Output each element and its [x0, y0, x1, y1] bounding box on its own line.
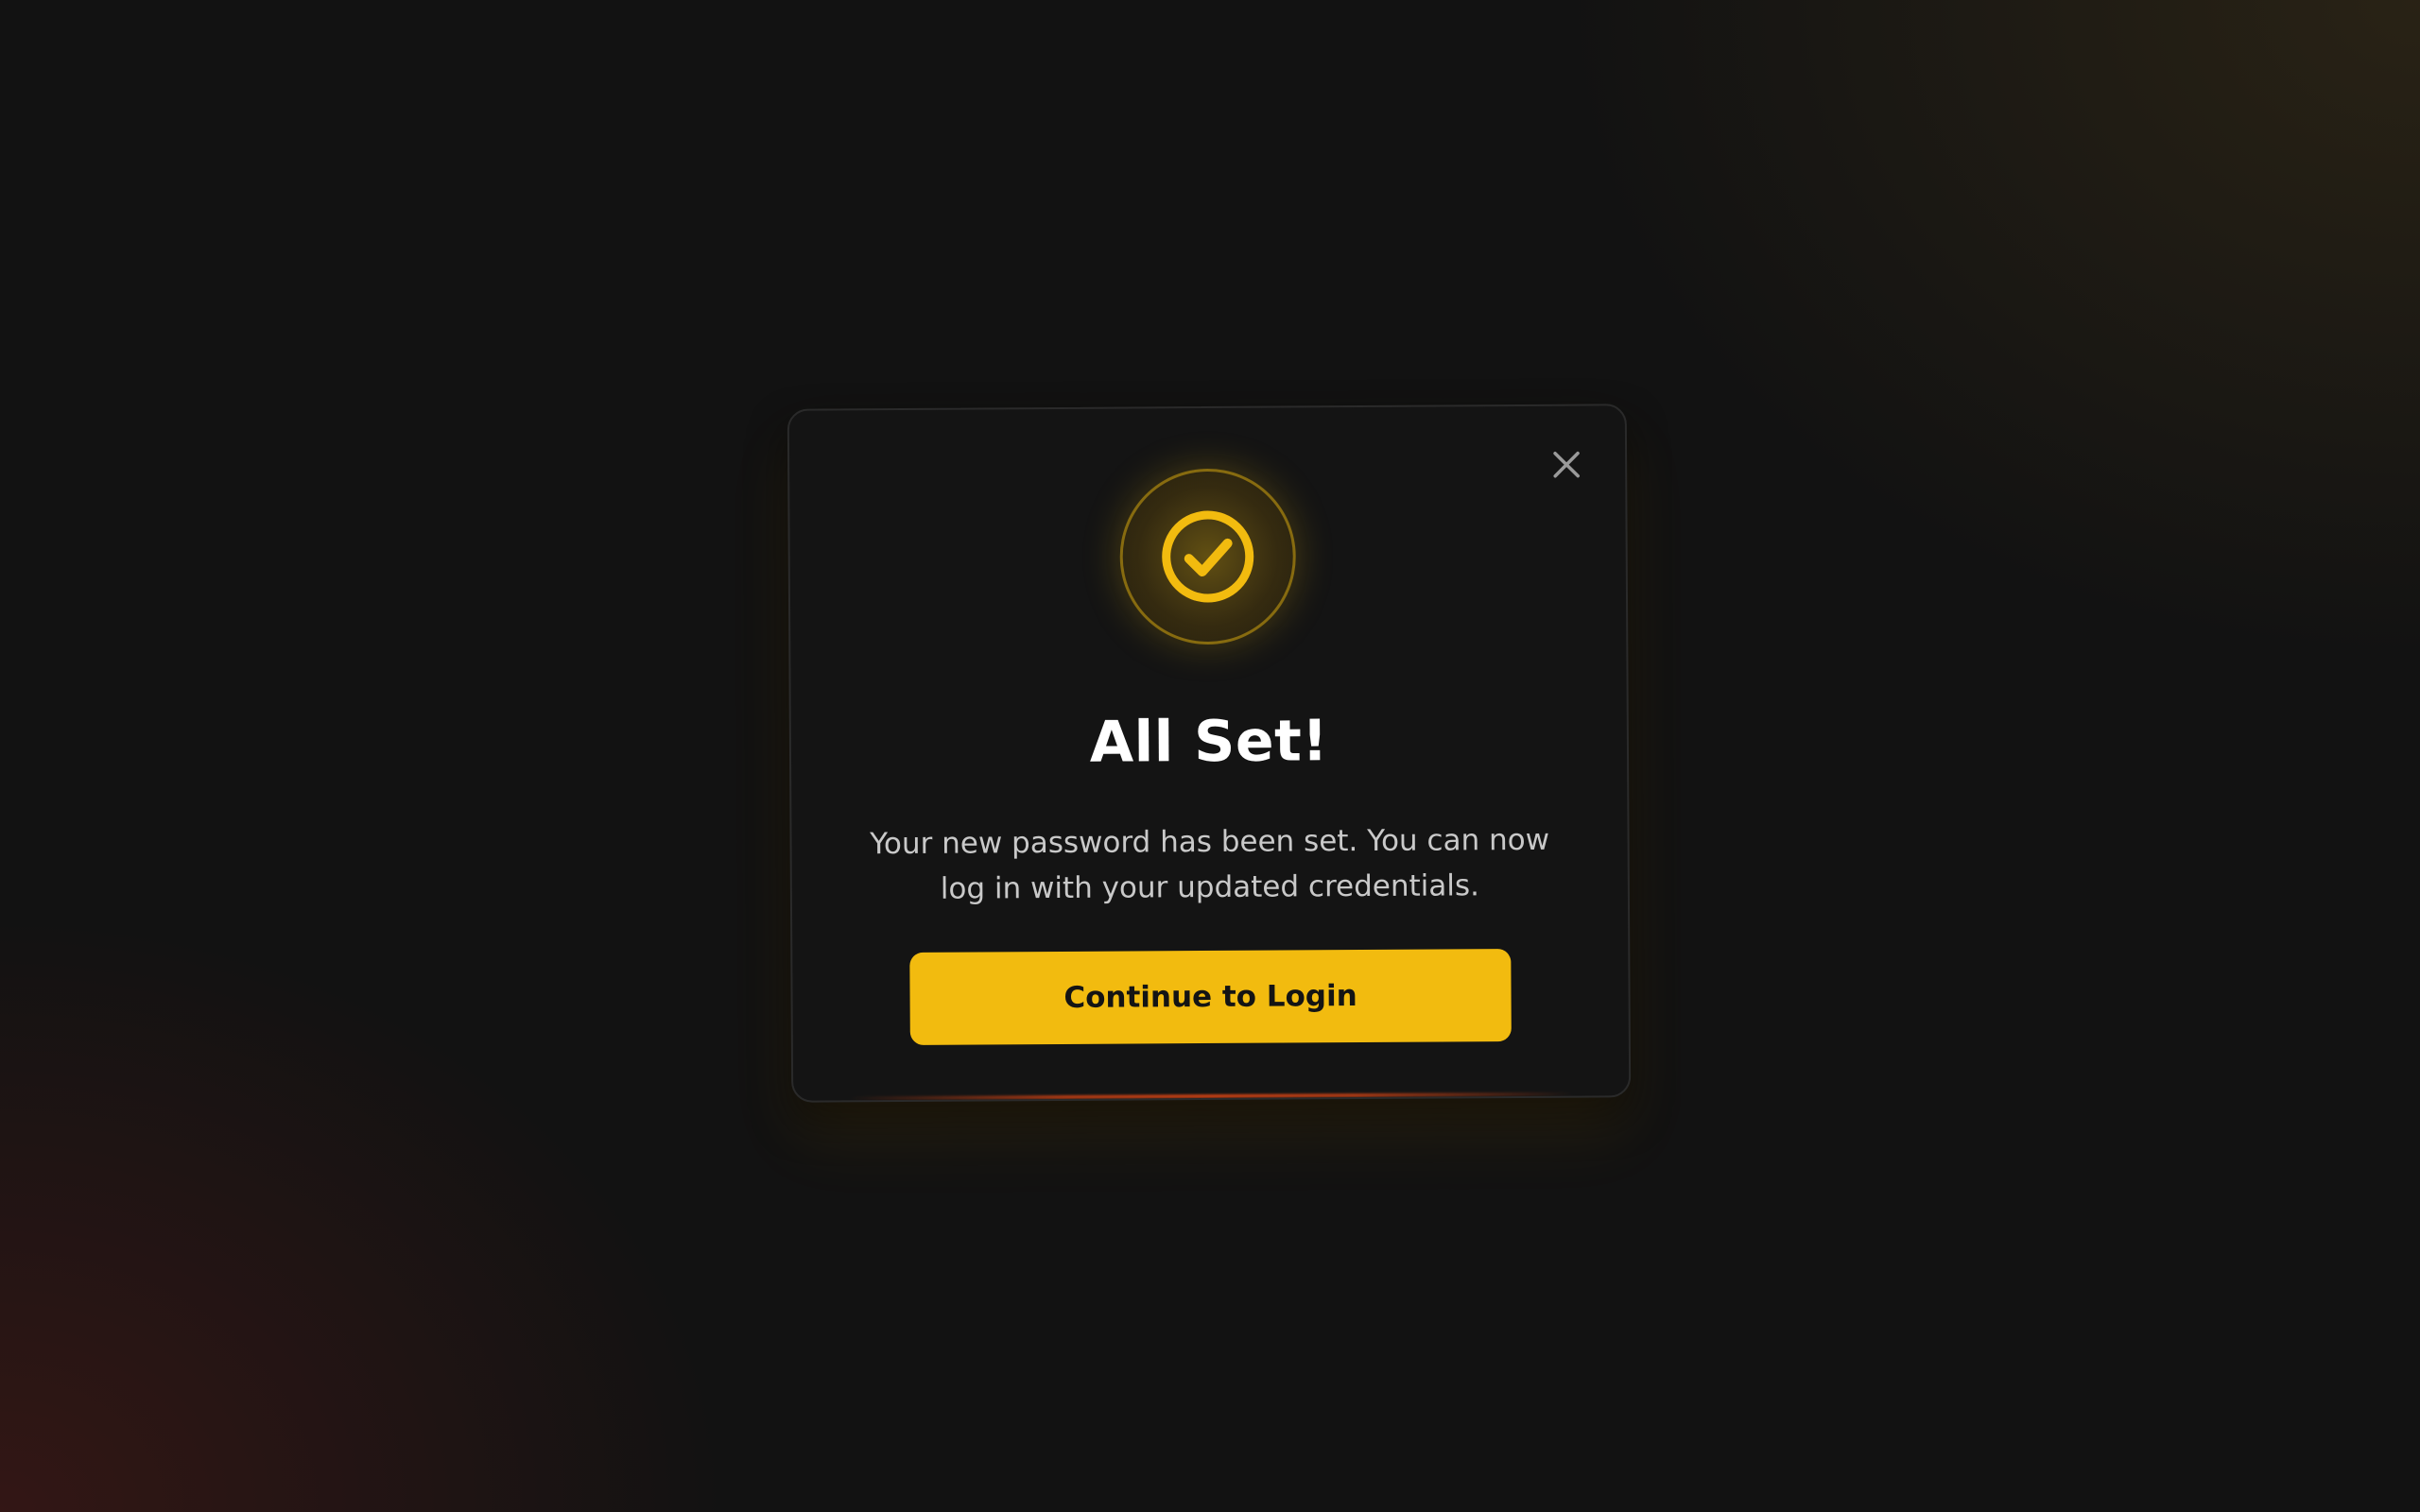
- dialog-message: Your new password has been set. You can …: [870, 822, 1550, 906]
- success-badge: [1119, 468, 1297, 645]
- success-dialog: All Set! Your new password has been set.…: [786, 404, 1632, 1103]
- close-button[interactable]: [1544, 442, 1589, 488]
- dialog-title: All Set!: [1089, 708, 1329, 776]
- close-icon: [1553, 451, 1580, 478]
- check-circle-icon: [1162, 510, 1254, 603]
- continue-to-login-button[interactable]: Continue to Login: [909, 949, 1512, 1045]
